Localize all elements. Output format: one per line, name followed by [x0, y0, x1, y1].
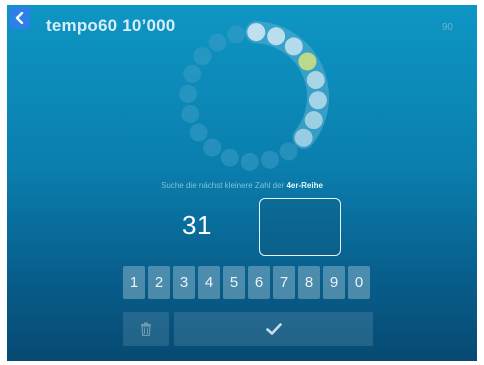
progress-dot: [247, 23, 266, 42]
progress-dot: [260, 150, 279, 169]
progress-dot: [279, 142, 298, 161]
key-1[interactable]: 1: [123, 266, 145, 299]
progress-dot: [208, 33, 227, 52]
key-2[interactable]: 2: [148, 266, 170, 299]
submit-button[interactable]: [174, 312, 373, 346]
key-3[interactable]: 3: [173, 266, 195, 299]
progress-dot: [220, 148, 239, 167]
check-icon: [265, 323, 282, 335]
key-7[interactable]: 7: [273, 266, 295, 299]
progress-dot: [294, 128, 313, 147]
answer-input[interactable]: [259, 198, 341, 256]
key-0[interactable]: 0: [348, 266, 370, 299]
key-5[interactable]: 5: [223, 266, 245, 299]
key-8[interactable]: 8: [298, 266, 320, 299]
progress-dot: [193, 47, 212, 66]
progress-dot: [181, 104, 200, 123]
progress-dot: [203, 138, 222, 157]
trash-icon: [141, 322, 151, 336]
instruction-highlight: 4er-Reihe: [286, 181, 323, 190]
progress-dot: [183, 64, 202, 83]
progress-dot: [306, 71, 325, 90]
progress-dot: [189, 123, 208, 142]
game-screen: tempo60 10’000 90 Suche die nächst klein…: [7, 5, 477, 361]
delete-button[interactable]: [123, 312, 169, 346]
progress-dot: [227, 25, 246, 44]
progress-dot: [284, 37, 303, 56]
progress-dot: [179, 84, 198, 103]
progress-dot: [308, 91, 327, 110]
task-instruction: Suche die nächst kleinere Zahl der 4er-R…: [7, 181, 477, 190]
progress-dot: [267, 27, 286, 46]
progress-dot: [298, 52, 317, 71]
number-keypad: 1 2 3 4 5 6 7 8 9 0: [123, 266, 370, 299]
key-9[interactable]: 9: [323, 266, 345, 299]
key-4[interactable]: 4: [198, 266, 220, 299]
key-6[interactable]: 6: [248, 266, 270, 299]
progress-dot: [304, 111, 323, 130]
progress-dot: [240, 152, 259, 171]
question-number: 31: [182, 210, 212, 240]
instruction-text: Suche die nächst kleinere Zahl der: [161, 181, 287, 190]
